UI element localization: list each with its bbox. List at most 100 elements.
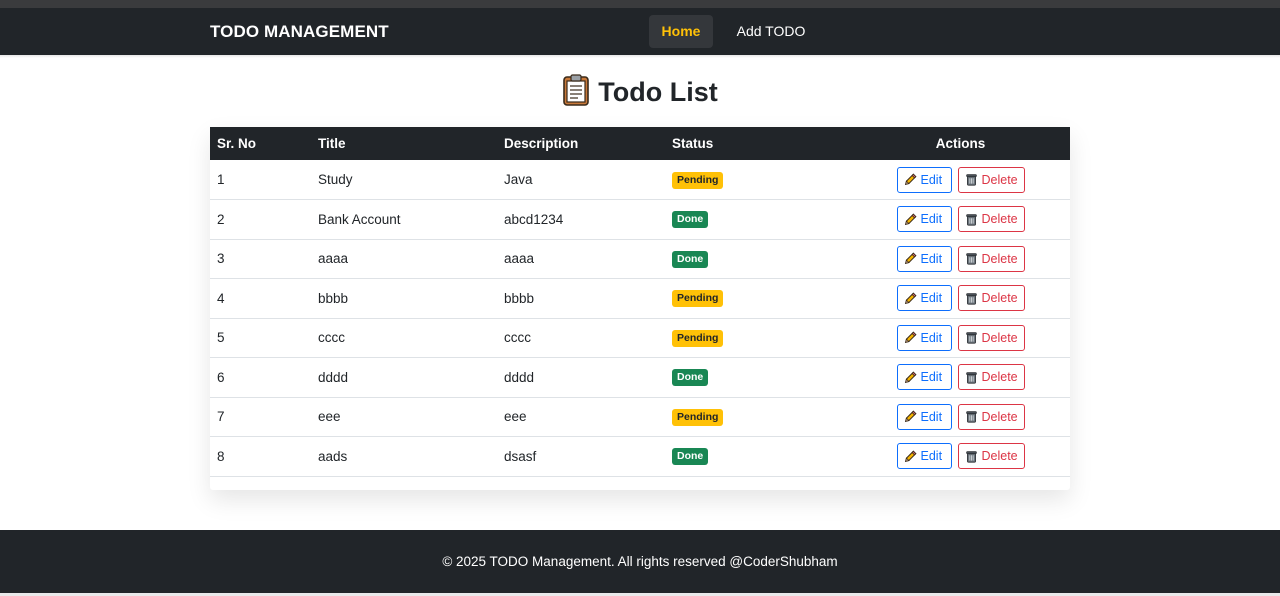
edit-button-label: Edit (920, 449, 943, 464)
table-row: 6 dddd dddd Done Edit Delete (210, 358, 1070, 398)
row-actions: Edit Delete (851, 279, 1070, 319)
page-title-text: Todo List (598, 77, 718, 107)
edit-button[interactable]: Edit (896, 285, 952, 312)
table-row: 1 Study Java Pending Edit Delete (210, 160, 1070, 200)
row-status-cell: Pending (665, 318, 851, 358)
status-badge: Pending (672, 290, 724, 308)
pencil-icon (904, 410, 921, 423)
row-actions: Edit Delete (851, 200, 1070, 240)
clipboard-icon (562, 74, 590, 117)
row-sr-no: 2 (217, 211, 225, 227)
header-actions: Actions (935, 136, 986, 151)
row-actions: Edit Delete (851, 397, 1070, 437)
row-actions: Edit Delete (851, 358, 1070, 398)
row-sr-no: 8 (217, 448, 225, 464)
header-sr-no: Sr. No (217, 136, 257, 151)
table-row: 2 Bank Account abcd1234 Done Edit Delete (210, 200, 1070, 240)
edit-button[interactable]: Edit (896, 166, 952, 193)
page-title: Todo List (0, 72, 1280, 112)
delete-button-label: Delete (981, 449, 1018, 464)
status-badge: Done (672, 369, 709, 387)
row-sr-no: 3 (217, 251, 225, 267)
edit-button-label: Edit (920, 370, 943, 385)
edit-button-label: Edit (920, 172, 943, 187)
delete-button[interactable]: Delete (957, 443, 1025, 470)
status-badge: Done (672, 448, 709, 466)
row-description: dddd (504, 369, 535, 385)
delete-button-label: Delete (981, 330, 1018, 345)
row-sr-no: 4 (217, 290, 225, 306)
status-badge: Pending (672, 171, 724, 189)
edit-button[interactable]: Edit (896, 443, 952, 470)
edit-button[interactable]: Edit (896, 245, 952, 272)
header-description: Description (504, 136, 579, 151)
delete-button-label: Delete (981, 172, 1018, 187)
status-badge: Pending (672, 329, 724, 347)
row-status-cell: Done (665, 358, 851, 398)
row-description: dsasf (504, 448, 537, 464)
delete-button[interactable]: Delete (957, 206, 1025, 233)
trash-icon (965, 371, 982, 384)
edit-button[interactable]: Edit (896, 206, 952, 233)
table-row: 8 aads dsasf Done Edit Delete (210, 437, 1070, 477)
window-top-strip (0, 0, 1280, 8)
row-status-cell: Done (665, 239, 851, 279)
row-status-cell: Pending (665, 279, 851, 319)
pencil-icon (904, 292, 921, 305)
row-actions: Edit Delete (851, 160, 1070, 200)
trash-icon (965, 292, 982, 305)
row-title: bbbb (318, 290, 349, 306)
edit-button[interactable]: Edit (896, 364, 952, 391)
row-actions: Edit Delete (851, 239, 1070, 279)
status-badge: Done (672, 250, 709, 268)
row-title: aaaa (318, 251, 349, 267)
edit-button-label: Edit (920, 251, 943, 266)
table-header-row: Sr. No Title Description Status Actions (210, 127, 1070, 160)
trash-icon (965, 252, 982, 265)
edit-button-label: Edit (920, 409, 943, 424)
row-title: cccc (318, 330, 345, 346)
row-title: Study (318, 172, 353, 187)
trash-icon (965, 331, 982, 344)
trash-icon (965, 213, 982, 226)
footer-text: © 2025 TODO Management. All rights reser… (442, 554, 838, 569)
delete-button-label: Delete (981, 409, 1018, 424)
nav-home-link[interactable]: Home (649, 15, 713, 48)
row-description: eee (504, 409, 527, 425)
edit-button[interactable]: Edit (896, 403, 952, 430)
status-badge: Done (672, 211, 709, 229)
delete-button[interactable]: Delete (957, 403, 1025, 430)
delete-button[interactable]: Delete (957, 285, 1025, 312)
delete-button[interactable]: Delete (957, 245, 1025, 272)
row-actions: Edit Delete (851, 437, 1070, 477)
row-status-cell: Pending (665, 160, 851, 200)
row-status-cell: Done (665, 437, 851, 477)
nav-add-todo-link[interactable]: Add TODO (728, 15, 814, 48)
row-status-cell: Done (665, 200, 851, 240)
row-description: Java (504, 172, 533, 187)
row-description: cccc (504, 330, 531, 346)
edit-button-label: Edit (920, 330, 943, 345)
footer: © 2025 TODO Management. All rights reser… (0, 530, 1280, 593)
trash-icon (965, 410, 982, 423)
row-sr-no: 6 (217, 369, 225, 385)
delete-button[interactable]: Delete (957, 364, 1025, 391)
row-title: dddd (318, 369, 349, 385)
row-title: eee (318, 409, 341, 425)
pencil-icon (904, 331, 921, 344)
edit-button[interactable]: Edit (896, 324, 952, 351)
delete-button-label: Delete (981, 251, 1018, 266)
edit-button-label: Edit (920, 212, 943, 227)
brand-title[interactable]: TODO MANAGEMENT (210, 8, 389, 55)
navbar-shadow (0, 55, 1280, 58)
trash-icon (965, 173, 982, 186)
pencil-icon (904, 252, 921, 265)
delete-button-label: Delete (981, 291, 1018, 306)
todo-table: Sr. No Title Description Status Actions … (210, 127, 1070, 477)
delete-button-label: Delete (981, 212, 1018, 227)
delete-button[interactable]: Delete (957, 166, 1025, 193)
navbar: TODO MANAGEMENT Home Add TODO (0, 8, 1280, 55)
row-title: aads (318, 448, 348, 464)
table-row: 7 eee eee Pending Edit Delete (210, 397, 1070, 437)
delete-button[interactable]: Delete (957, 324, 1025, 351)
